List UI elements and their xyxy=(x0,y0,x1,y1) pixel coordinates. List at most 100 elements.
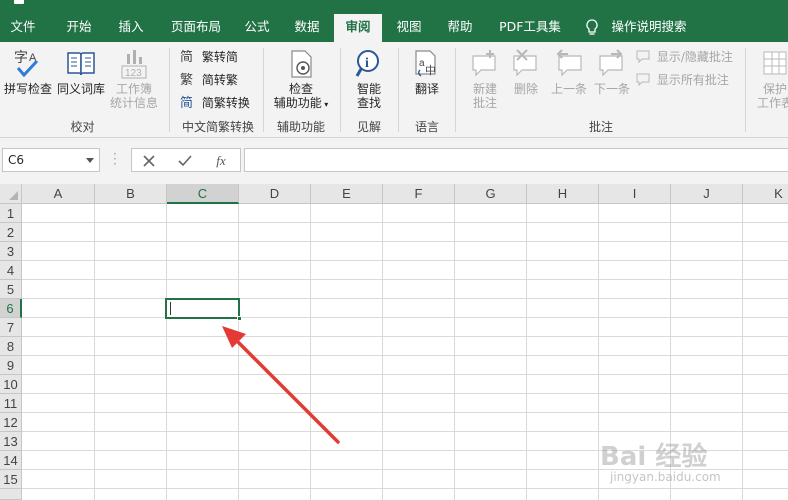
accessibility-group-label: 辅助功能 xyxy=(276,120,325,134)
gridline xyxy=(22,222,788,223)
enter-check-icon[interactable] xyxy=(176,152,194,170)
row-header-1[interactable]: 1 xyxy=(0,204,22,223)
smart-lookup-icon: i xyxy=(355,50,379,77)
row-header-16[interactable] xyxy=(0,489,22,500)
svg-text:中: 中 xyxy=(425,64,436,77)
thesaurus-label: 同义词库 xyxy=(56,82,105,96)
proofing-group-label: 校对 xyxy=(70,120,95,134)
new-comment-button[interactable]: 新建 批注 xyxy=(462,48,508,110)
spell-check-label: 拼写检查 xyxy=(3,82,52,96)
formula-bar-grip[interactable]: · · · xyxy=(113,148,117,170)
gridline xyxy=(94,204,95,500)
tab-help[interactable]: 帮助 xyxy=(438,14,482,42)
save-icon[interactable] xyxy=(14,0,24,4)
column-header-j[interactable]: J xyxy=(671,184,743,204)
column-header-c[interactable]: C xyxy=(167,184,239,204)
column-header-e[interactable]: E xyxy=(311,184,383,204)
column-header-k[interactable]: K xyxy=(743,184,788,204)
new-comment-label-2: 批注 xyxy=(472,96,497,110)
tab-review[interactable]: 审阅 xyxy=(334,14,382,42)
delete-comment-button[interactable]: 删除 xyxy=(508,48,544,96)
show-hide-comment-button[interactable]: 显示/隐藏批注 xyxy=(635,48,733,66)
gridline xyxy=(22,317,788,318)
row-header-15[interactable]: 15 xyxy=(0,470,22,489)
row-header-4[interactable]: 4 xyxy=(0,261,22,280)
smart-lookup-button[interactable]: i 智能 查找 xyxy=(347,48,391,110)
show-all-comments-label: 显示所有批注 xyxy=(656,73,729,87)
watermark-url: jingyan.baidu.com xyxy=(610,470,721,484)
group-divider xyxy=(340,48,341,132)
row-header-13[interactable]: 13 xyxy=(0,432,22,451)
group-divider xyxy=(169,48,170,132)
name-box[interactable]: C6 xyxy=(2,148,100,172)
svg-text:简: 简 xyxy=(180,49,193,64)
row-header-5[interactable]: 5 xyxy=(0,280,22,299)
row-header-12[interactable]: 12 xyxy=(0,413,22,432)
column-header-g[interactable]: G xyxy=(455,184,527,204)
new-comment-label-1: 新建 xyxy=(472,82,497,96)
previous-comment-icon xyxy=(556,49,582,77)
show-hide-comment-icon xyxy=(636,50,650,64)
formula-input[interactable] xyxy=(244,148,788,172)
row-header-2[interactable]: 2 xyxy=(0,223,22,242)
active-cell-c6[interactable] xyxy=(165,298,242,321)
show-all-comments-icon xyxy=(636,73,650,87)
select-all-button[interactable] xyxy=(0,184,22,204)
language-group-label: 语言 xyxy=(414,120,439,134)
gridline xyxy=(526,204,527,500)
thesaurus-book-icon xyxy=(67,52,95,76)
column-header-h[interactable]: H xyxy=(527,184,599,204)
protect-sheet-button[interactable]: 保护 工作表 xyxy=(752,48,788,110)
group-divider xyxy=(745,48,746,132)
simp-to-trad-button[interactable]: 繁 简转繁 xyxy=(180,71,238,89)
chinese-conversion-button[interactable]: 简 简繁转换 xyxy=(180,94,250,112)
group-divider xyxy=(455,48,456,132)
tab-formulas[interactable]: 公式 xyxy=(236,14,278,42)
row-header-3[interactable]: 3 xyxy=(0,242,22,261)
previous-comment-button[interactable]: 上一条 xyxy=(548,48,590,96)
thesaurus-button[interactable]: 同义词库 xyxy=(55,48,107,96)
column-header-i[interactable]: I xyxy=(599,184,671,204)
tab-pdf-tools[interactable]: PDF工具集 xyxy=(490,14,570,42)
column-header-a[interactable]: A xyxy=(22,184,95,204)
trad-to-simp-button[interactable]: 简 繁转简 xyxy=(180,48,238,66)
fill-handle[interactable] xyxy=(237,316,242,321)
column-header-f[interactable]: F xyxy=(383,184,455,204)
translate-icon: a 中 xyxy=(415,50,436,77)
column-header-b[interactable]: B xyxy=(95,184,167,204)
next-comment-icon xyxy=(599,49,623,77)
tab-insert[interactable]: 插入 xyxy=(108,14,154,42)
check-accessibility-button[interactable]: 检查 辅助功能 ▾ xyxy=(268,48,334,112)
gridline xyxy=(22,279,788,280)
formula-bar: C6 · · · fx xyxy=(0,138,788,184)
gridline xyxy=(22,393,788,394)
row-header-14[interactable]: 14 xyxy=(0,451,22,470)
smart-lookup-label-2: 查找 xyxy=(356,96,381,110)
row-header-9[interactable]: 9 xyxy=(0,356,22,375)
chevron-down-icon[interactable] xyxy=(86,158,94,163)
tab-page-layout[interactable]: 页面布局 xyxy=(160,14,232,42)
check-accessibility-label-2: 辅助功能 xyxy=(273,96,322,110)
translate-button[interactable]: a 中 翻译 xyxy=(405,48,449,96)
tab-file[interactable]: 文件 xyxy=(0,14,46,42)
insert-function-button[interactable]: fx xyxy=(212,152,230,170)
translate-label: 翻译 xyxy=(414,82,439,96)
svg-text:123: 123 xyxy=(125,68,142,79)
tab-view[interactable]: 视图 xyxy=(387,14,431,42)
row-header-7[interactable]: 7 xyxy=(0,318,22,337)
cancel-icon[interactable] xyxy=(140,152,158,170)
gridline xyxy=(166,204,167,500)
row-header-6[interactable]: 6 xyxy=(0,299,22,318)
workbook-statistics-button[interactable]: 123 工作簿 统计信息 xyxy=(108,48,160,110)
next-comment-button[interactable]: 下一条 xyxy=(591,48,633,96)
show-all-comments-button[interactable]: 显示所有批注 xyxy=(635,71,729,89)
column-header-d[interactable]: D xyxy=(239,184,311,204)
row-header-8[interactable]: 8 xyxy=(0,337,22,356)
tell-me-search[interactable]: 操作说明搜索 xyxy=(606,14,692,42)
row-header-11[interactable]: 11 xyxy=(0,394,22,413)
tab-home[interactable]: 开始 xyxy=(56,14,102,42)
spell-check-button[interactable]: 字 A 拼写检查 xyxy=(2,48,54,96)
row-header-10[interactable]: 10 xyxy=(0,375,22,394)
check-accessibility-icon xyxy=(291,50,312,78)
tab-data[interactable]: 数据 xyxy=(285,14,329,42)
